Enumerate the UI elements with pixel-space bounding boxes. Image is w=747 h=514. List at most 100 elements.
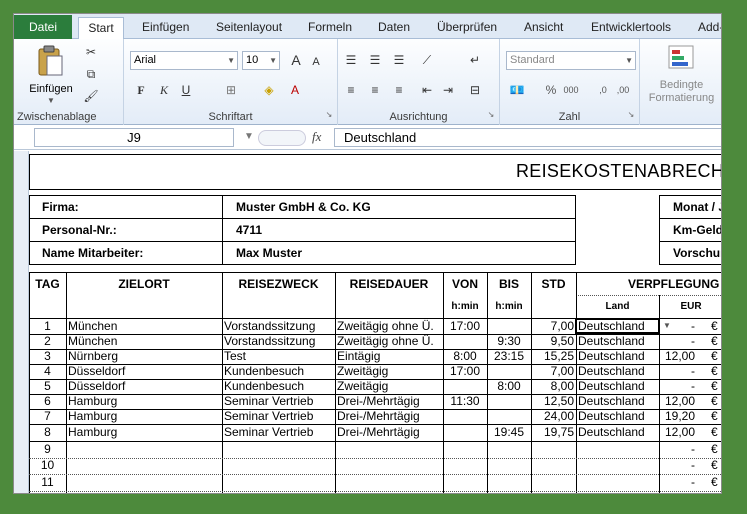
cell-dauer[interactable] xyxy=(337,442,442,457)
font-size-combo[interactable]: 10 ▼ xyxy=(242,51,280,70)
cell-land[interactable]: Deutschland xyxy=(578,334,658,349)
tab-ansicht[interactable]: Ansicht xyxy=(520,17,567,39)
cell-ort[interactable] xyxy=(68,442,220,457)
cell-zweck[interactable] xyxy=(224,475,334,490)
cell-zweck[interactable]: Seminar Vertrieb xyxy=(224,409,334,424)
cell-zweck[interactable] xyxy=(224,458,334,473)
wrap-text-icon[interactable]: ↵ xyxy=(466,52,484,68)
cell-ort[interactable] xyxy=(68,475,220,490)
cell-von[interactable] xyxy=(443,475,487,490)
cell-bis[interactable]: 19:45 xyxy=(487,425,531,440)
grow-font-icon[interactable]: A xyxy=(287,52,305,68)
cell-ort[interactable]: Hamburg xyxy=(68,409,220,424)
bold-icon[interactable]: F xyxy=(132,82,150,98)
cell-eur[interactable]: - xyxy=(659,475,695,490)
cell-dauer[interactable]: Zweitägig ohne Ü. xyxy=(337,334,442,349)
cell-tag[interactable]: 9 xyxy=(29,442,66,457)
tab-formeln[interactable]: Formeln xyxy=(304,17,356,39)
cell-ort[interactable]: Hamburg xyxy=(68,425,220,440)
cell-von[interactable]: 17:00 xyxy=(443,364,487,379)
cell-tag[interactable]: 6 xyxy=(29,394,66,409)
cell-std[interactable]: 7,00 xyxy=(531,364,574,379)
cell-zweck[interactable] xyxy=(224,442,334,457)
cell-ort[interactable]: Düsseldorf xyxy=(68,364,220,379)
conditional-formatting-button[interactable]: Bedingte Formatierung xyxy=(640,79,721,105)
cell-bis[interactable] xyxy=(487,364,531,379)
cell-bis[interactable]: 8:00 xyxy=(487,379,531,394)
cell-von[interactable] xyxy=(443,409,487,424)
firma-value[interactable]: Muster GmbH & Co. KG xyxy=(236,200,371,214)
cell-von[interactable]: 17:00 xyxy=(443,319,487,334)
align-bottom-icon[interactable]: ☰ xyxy=(390,52,408,68)
cell-ort[interactable]: Nürnberg xyxy=(68,349,220,364)
cell-tag[interactable]: 4 xyxy=(29,364,66,379)
cell-land[interactable]: Deutschland xyxy=(578,379,658,394)
align-center-icon[interactable]: ≡ xyxy=(366,82,384,98)
underline-icon[interactable]: U xyxy=(177,82,195,98)
cell-dauer[interactable] xyxy=(337,458,442,473)
format-painter-icon[interactable]: 🖌 xyxy=(82,88,100,104)
name-mitarbeiter-value[interactable]: Max Muster xyxy=(236,246,302,260)
cell-std[interactable] xyxy=(531,475,574,490)
cell-zweck[interactable]: Seminar Vertrieb xyxy=(224,394,334,409)
borders-icon[interactable]: ⊞ xyxy=(222,82,240,98)
cell-std[interactable]: 15,25 xyxy=(531,349,574,364)
decrease-indent-icon[interactable]: ⇤ xyxy=(418,82,436,98)
tab-ueberpruefen[interactable]: Überprüfen xyxy=(433,17,501,39)
cell-bis[interactable] xyxy=(487,442,531,457)
tab-entwicklertools[interactable]: Entwicklertools xyxy=(587,17,675,39)
cell-von[interactable] xyxy=(443,458,487,473)
cell-tag[interactable]: 7 xyxy=(29,409,66,424)
cell-eur[interactable]: - xyxy=(659,364,695,379)
personal-nr-value[interactable]: 4711 xyxy=(236,223,262,237)
cell-bis[interactable] xyxy=(487,394,531,409)
cell-tag[interactable]: 1 xyxy=(29,319,66,334)
cell-eur[interactable]: - xyxy=(659,442,695,457)
paste-icon[interactable] xyxy=(36,45,64,77)
font-dialog-launcher-icon[interactable]: ↘ xyxy=(320,107,338,123)
font-color-icon[interactable]: A xyxy=(286,82,304,98)
selected-cell[interactable] xyxy=(575,318,660,334)
cell-std[interactable]: 12,50 xyxy=(531,394,574,409)
merge-cells-icon[interactable]: ⊟ xyxy=(466,82,484,98)
cell-land[interactable]: Deutschland xyxy=(578,394,658,409)
cell-eur[interactable]: - xyxy=(659,458,695,473)
align-top-icon[interactable]: ☰ xyxy=(342,52,360,68)
cell-bis[interactable] xyxy=(487,458,531,473)
conditional-formatting-icon[interactable] xyxy=(668,45,694,69)
insert-function-icon[interactable]: fx xyxy=(312,129,321,145)
align-left-icon[interactable]: ≡ xyxy=(342,82,360,98)
cell-bis[interactable] xyxy=(487,475,531,490)
cell-std[interactable] xyxy=(531,442,574,457)
cell-von[interactable] xyxy=(443,334,487,349)
tab-seitenlayout[interactable]: Seitenlayout xyxy=(212,17,286,39)
cell-dauer[interactable]: Zweitägig xyxy=(337,379,442,394)
decrease-decimal-icon[interactable]: ,00 xyxy=(614,82,632,98)
paste-dropdown-icon[interactable]: ▼ xyxy=(47,96,55,105)
cut-icon[interactable]: ✂ xyxy=(82,44,100,60)
cell-std[interactable] xyxy=(531,458,574,473)
tab-start[interactable]: Start xyxy=(78,17,124,40)
align-right-icon[interactable]: ≡ xyxy=(390,82,408,98)
cell-zweck[interactable]: Vorstandssitzung xyxy=(224,319,334,334)
cell-tag[interactable]: 10 xyxy=(29,458,66,473)
tab-addins[interactable]: Add- xyxy=(694,17,721,39)
cell-land[interactable]: Deutschland xyxy=(578,425,658,440)
cell-dauer[interactable]: Eintägig xyxy=(337,349,442,364)
cell-von[interactable] xyxy=(443,425,487,440)
cell-land[interactable]: Deutschland xyxy=(578,409,658,424)
number-format-dropdown-icon[interactable]: ▼ xyxy=(625,52,633,69)
cell-dauer[interactable]: Zweitägig xyxy=(337,364,442,379)
fill-color-icon[interactable]: ◈ xyxy=(260,82,278,98)
cell-std[interactable]: 19,75 xyxy=(531,425,574,440)
cell-land[interactable]: Deutschland xyxy=(578,364,658,379)
cell-bis[interactable] xyxy=(487,409,531,424)
cell-ort[interactable] xyxy=(68,458,220,473)
orientation-icon[interactable]: ⟋ xyxy=(418,52,436,68)
cell-bis[interactable]: 23:15 xyxy=(487,349,531,364)
cell-tag[interactable]: 8 xyxy=(29,425,66,440)
cell-dauer[interactable] xyxy=(337,475,442,490)
formula-input[interactable]: Deutschland xyxy=(334,128,721,147)
cell-dauer[interactable]: Zweitägig ohne Ü. xyxy=(337,319,442,334)
cell-eur[interactable]: - xyxy=(659,379,695,394)
